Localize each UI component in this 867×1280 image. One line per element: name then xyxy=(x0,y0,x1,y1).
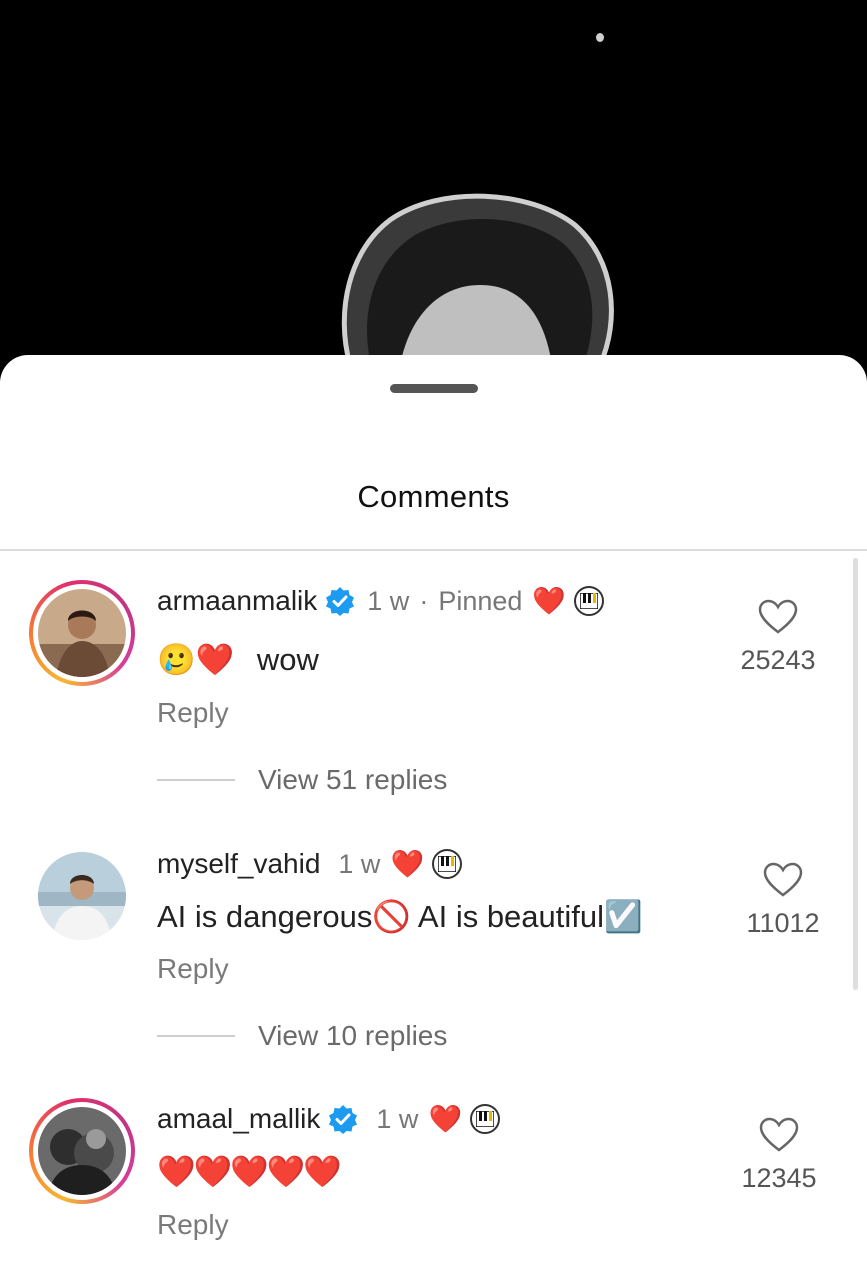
scrollbar[interactable] xyxy=(853,558,858,990)
like-count: 11012 xyxy=(746,908,820,938)
pinned-label: Pinned xyxy=(438,585,523,616)
comment-body: ❤️❤️❤️❤️❤️ xyxy=(157,1154,342,1189)
video-background xyxy=(0,0,867,380)
creator-liked-heart-icon: ❤️ xyxy=(428,1104,463,1134)
verified-badge-icon xyxy=(329,1105,358,1134)
replies-line xyxy=(157,1035,235,1037)
piano-badge-icon xyxy=(574,586,605,616)
username[interactable]: amaal_mallik xyxy=(157,1103,320,1135)
verified-badge-icon xyxy=(326,587,355,616)
avatar-story-ring[interactable] xyxy=(29,580,135,686)
timestamp: 1 w xyxy=(376,1103,419,1134)
comment-body: AI is dangerous🚫 AI is beautiful☑️ xyxy=(157,899,643,934)
like-heart-icon[interactable] xyxy=(759,1117,799,1153)
username[interactable]: armaanmalik xyxy=(157,585,317,617)
view-replies-button[interactable]: View 51 replies xyxy=(157,764,447,796)
timestamp: 1 w xyxy=(338,848,381,879)
reply-button[interactable]: Reply xyxy=(157,1209,229,1241)
comment-body: wow xyxy=(256,642,319,677)
comments-sheet: Comments armaanmalik 1 w · Pinned ❤️ 🥲❤️… xyxy=(0,355,867,1280)
avatar-story-ring[interactable] xyxy=(29,1098,135,1204)
like-heart-icon[interactable] xyxy=(758,599,798,635)
comment-header: amaal_mallik 1 w ❤️ xyxy=(157,1103,501,1135)
comment-text: 🥲❤️ wow xyxy=(157,641,319,678)
reply-button[interactable]: Reply xyxy=(157,953,229,985)
view-replies-label: View 51 replies xyxy=(258,764,448,795)
like-column: 25243 xyxy=(723,599,833,676)
view-replies-button[interactable]: View 10 replies xyxy=(157,1020,447,1052)
avatar xyxy=(38,1107,126,1195)
avatar xyxy=(38,589,126,677)
replies-line xyxy=(157,779,235,781)
like-count: 12345 xyxy=(741,1163,817,1193)
piano-badge-icon xyxy=(432,849,463,879)
like-column: 12345 xyxy=(724,1117,834,1194)
creator-liked-heart-icon: ❤️ xyxy=(532,586,567,616)
separator-dot: · xyxy=(419,585,429,616)
drag-handle[interactable] xyxy=(390,384,478,393)
view-replies-label: View 10 replies xyxy=(258,1020,448,1051)
portrait-silhouette xyxy=(341,193,614,368)
reply-button[interactable]: Reply xyxy=(157,697,229,729)
background-speck xyxy=(596,33,604,42)
sheet-title: Comments xyxy=(357,479,510,514)
comment-emojis: 🥲❤️ xyxy=(157,642,235,677)
avatar[interactable] xyxy=(38,852,126,940)
comment-header: armaanmalik 1 w · Pinned ❤️ xyxy=(157,585,605,617)
piano-badge-icon xyxy=(470,1104,501,1134)
like-count: 25243 xyxy=(740,645,816,675)
creator-liked-heart-icon: ❤️ xyxy=(390,849,425,879)
comment-header: myself_vahid 1 w ❤️ xyxy=(157,848,463,880)
username[interactable]: myself_vahid xyxy=(157,848,320,880)
like-column: 11012 xyxy=(728,862,838,939)
like-heart-icon[interactable] xyxy=(763,862,803,898)
timestamp: 1 w xyxy=(367,585,410,616)
divider xyxy=(0,549,867,551)
